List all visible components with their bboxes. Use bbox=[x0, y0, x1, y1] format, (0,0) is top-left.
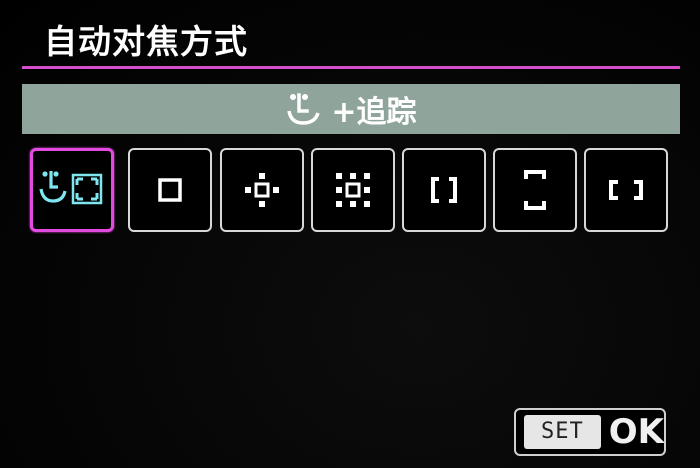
camera-menu-screen: 自动对焦方式 +追踪 SET OK bbox=[0, 0, 700, 468]
af-method-options bbox=[30, 148, 670, 238]
set-label: SET bbox=[524, 415, 601, 449]
af-option-expand-around[interactable] bbox=[311, 148, 395, 232]
title-divider bbox=[22, 66, 680, 69]
expand-af-area-around-icon bbox=[336, 173, 370, 207]
ok-label: OK bbox=[608, 412, 664, 452]
af-option-spot[interactable] bbox=[128, 148, 212, 232]
face-tracking-af-icon bbox=[39, 171, 103, 205]
page-title: 自动对焦方式 bbox=[44, 22, 248, 61]
flexible-zone-af-horizontal-icon bbox=[609, 180, 643, 200]
flexible-zone-af-vertical-icon bbox=[524, 170, 546, 210]
spot-af-icon bbox=[158, 178, 182, 202]
af-option-face-tracking[interactable] bbox=[30, 148, 114, 232]
flexible-zone-af-small-icon bbox=[431, 177, 457, 203]
face-tracking-icon bbox=[285, 91, 325, 127]
af-option-zone-vertical[interactable] bbox=[493, 148, 577, 232]
selected-mode-content: +追踪 bbox=[285, 87, 417, 131]
af-option-zone-horizontal[interactable] bbox=[584, 148, 668, 232]
expand-af-area-cross-icon bbox=[245, 173, 279, 207]
selected-mode-banner: +追踪 bbox=[22, 84, 680, 134]
selected-mode-label: +追踪 bbox=[331, 95, 417, 130]
af-option-zone-small[interactable] bbox=[402, 148, 486, 232]
af-option-expand-cross[interactable] bbox=[220, 148, 304, 232]
set-ok-button[interactable]: SET OK bbox=[514, 408, 666, 456]
